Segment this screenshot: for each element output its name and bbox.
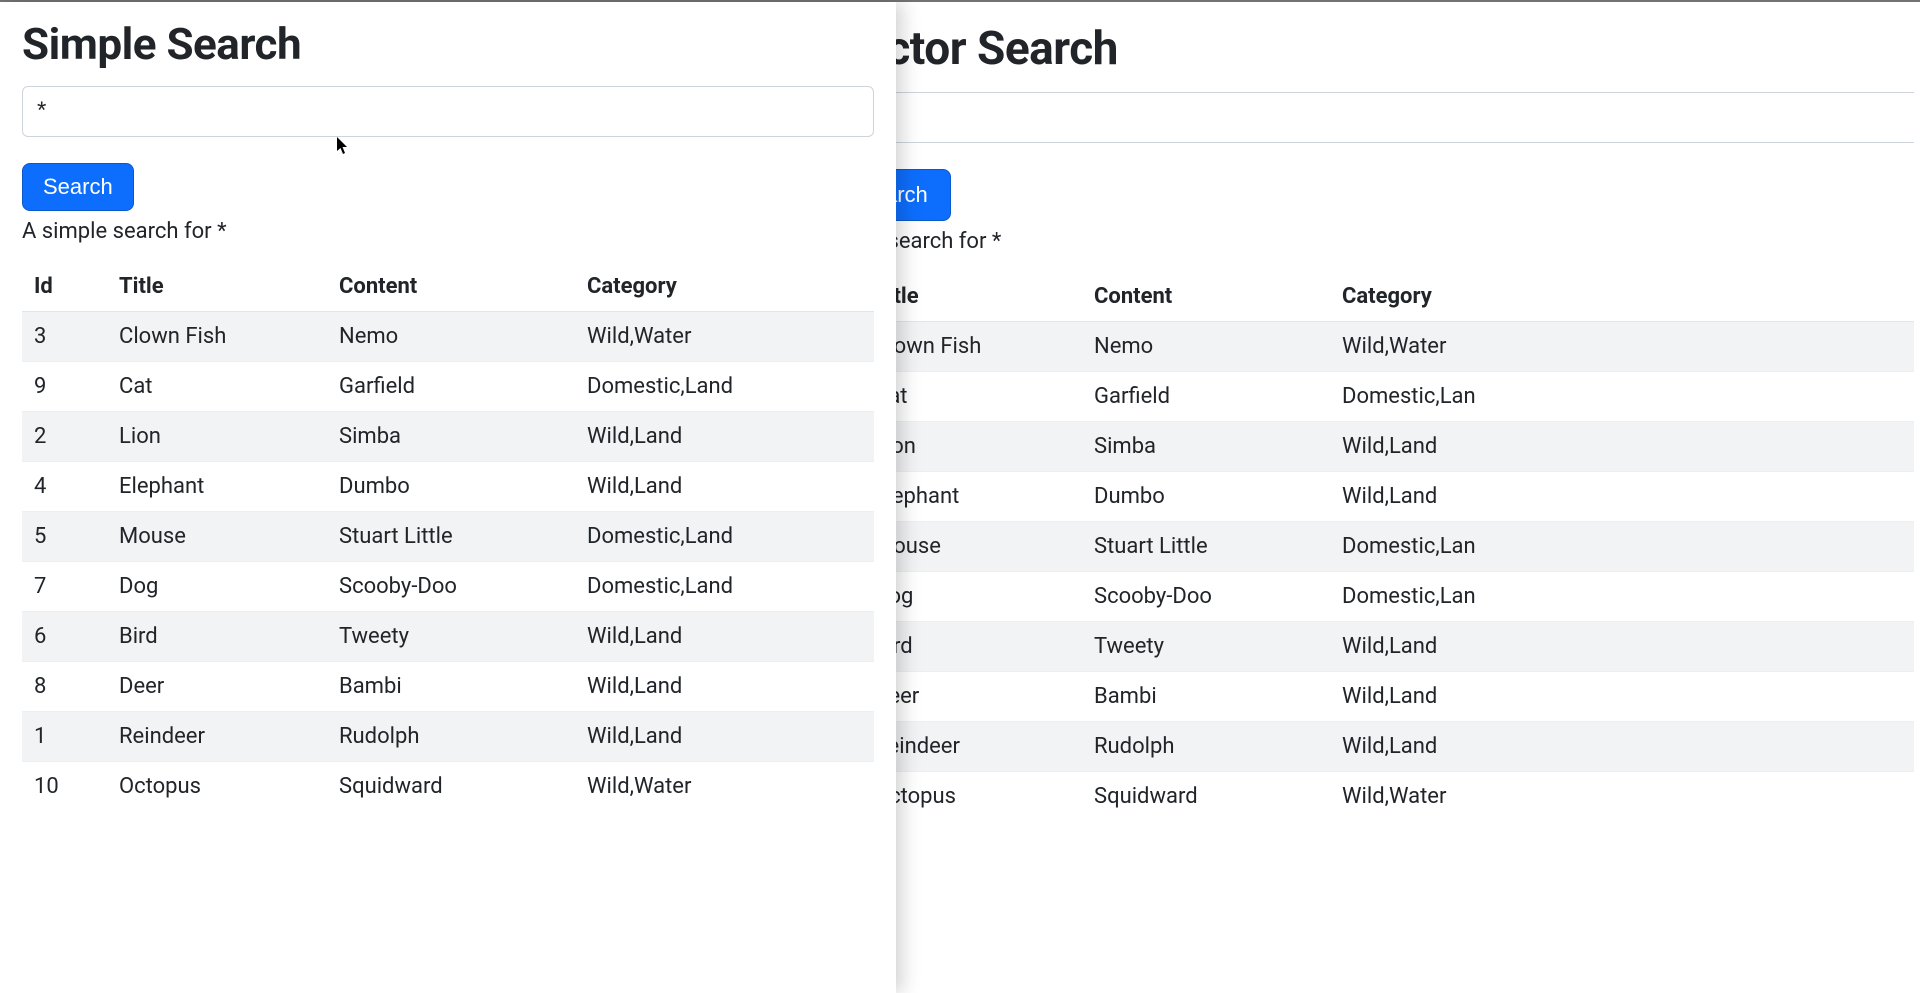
search-input[interactable] [862,92,1914,143]
cell-category: Domestic,Lan [1330,372,1914,422]
cell-id: 9 [22,362,107,412]
cell-category: Wild,Land [575,462,874,512]
cell-id: 6 [22,612,107,662]
cell-title: Reindeer [107,712,327,762]
col-id: Id [22,262,107,312]
cell-category: Wild,Land [1330,472,1914,522]
search-status: or search for * [862,229,1914,254]
table-row: LionSimbaWild,Land [862,422,1914,472]
cell-category: Wild,Land [575,662,874,712]
col-category: Category [575,262,874,312]
vector-search-window: ector Search arch or search for * Title … [840,2,1920,993]
cell-category: Domestic,Lan [1330,522,1914,572]
table-row: 8DeerBambiWild,Land [22,662,874,712]
table-header-row: Title Content Category [862,272,1914,322]
col-title: Title [107,262,327,312]
table-row: 3Clown FishNemoWild,Water [22,312,874,362]
col-category: Category [1330,272,1914,322]
simple-search-window: Simple Search Search A simple search for… [0,2,896,993]
cell-content: Simba [327,412,575,462]
table-header-row: Id Title Content Category [22,262,874,312]
cell-category: Domestic,Land [575,562,874,612]
cell-content: Scooby-Doo [327,562,575,612]
table-row: Clown FishNemoWild,Water [862,322,1914,372]
col-content: Content [327,262,575,312]
cell-title: Lion [107,412,327,462]
cell-title: Mouse [107,512,327,562]
table-row: 2LionSimbaWild,Land [22,412,874,462]
col-content: Content [1082,272,1330,322]
cell-title: Octopus [107,762,327,812]
table-row: 1ReindeerRudolphWild,Land [22,712,874,762]
cell-content: Garfield [1082,372,1330,422]
table-row: 9CatGarfieldDomestic,Land [22,362,874,412]
cell-category: Wild,Water [1330,772,1914,822]
page-title: Simple Search [22,18,874,70]
cell-content: Nemo [1082,322,1330,372]
table-row: MouseStuart LittleDomestic,Lan [862,522,1914,572]
cell-category: Wild,Water [575,312,874,362]
cell-title: Clown Fish [107,312,327,362]
cell-title: Deer [107,662,327,712]
cell-title: Dog [107,562,327,612]
cell-content: Simba [1082,422,1330,472]
search-button[interactable]: Search [22,163,134,211]
table-row: ElephantDumboWild,Land [862,472,1914,522]
cell-content: Nemo [327,312,575,362]
cell-content: Bambi [1082,672,1330,722]
cell-id: 1 [22,712,107,762]
search-input[interactable] [22,86,874,137]
cell-category: Wild,Land [575,412,874,462]
cell-category: Domestic,Land [575,362,874,412]
cell-id: 2 [22,412,107,462]
cell-content: Squidward [327,762,575,812]
table-row: BirdTweetyWild,Land [862,622,1914,672]
cell-content: Garfield [327,362,575,412]
table-row: 7DogScooby-DooDomestic,Land [22,562,874,612]
cell-category: Wild,Land [1330,422,1914,472]
table-row: 10OctopusSquidwardWild,Water [22,762,874,812]
cell-content: Stuart Little [327,512,575,562]
table-row: OctopusSquidwardWild,Water [862,772,1914,822]
cell-title: Elephant [107,462,327,512]
cell-content: Squidward [1082,772,1330,822]
cell-category: Wild,Water [575,762,874,812]
cell-content: Tweety [1082,622,1330,672]
cell-id: 10 [22,762,107,812]
cell-category: Wild,Water [1330,322,1914,372]
cell-id: 5 [22,512,107,562]
cell-content: Dumbo [327,462,575,512]
table-row: DeerBambiWild,Land [862,672,1914,722]
cell-id: 7 [22,562,107,612]
cell-category: Wild,Land [575,612,874,662]
cell-category: Domestic,Lan [1330,572,1914,622]
table-row: 6BirdTweetyWild,Land [22,612,874,662]
cell-content: Rudolph [1082,722,1330,772]
results-table: Title Content Category Clown FishNemoWil… [862,272,1914,821]
table-row: DogScooby-DooDomestic,Lan [862,572,1914,622]
cell-title: Bird [107,612,327,662]
results-table: Id Title Content Category 3Clown FishNem… [22,262,874,811]
cell-content: Rudolph [327,712,575,762]
cell-title: Cat [107,362,327,412]
cell-content: Bambi [327,662,575,712]
search-status: A simple search for * [22,219,874,244]
cell-category: Wild,Land [1330,722,1914,772]
cell-category: Wild,Land [1330,622,1914,672]
cell-category: Domestic,Land [575,512,874,562]
cell-id: 4 [22,462,107,512]
table-row: 5MouseStuart LittleDomestic,Land [22,512,874,562]
table-row: 4ElephantDumboWild,Land [22,462,874,512]
cell-content: Scooby-Doo [1082,572,1330,622]
page-title: ector Search [862,22,1914,76]
cell-id: 8 [22,662,107,712]
cell-content: Tweety [327,612,575,662]
cell-content: Stuart Little [1082,522,1330,572]
cell-id: 3 [22,312,107,362]
cell-content: Dumbo [1082,472,1330,522]
cell-category: Wild,Land [1330,672,1914,722]
table-row: CatGarfieldDomestic,Lan [862,372,1914,422]
cell-category: Wild,Land [575,712,874,762]
table-row: ReindeerRudolphWild,Land [862,722,1914,772]
